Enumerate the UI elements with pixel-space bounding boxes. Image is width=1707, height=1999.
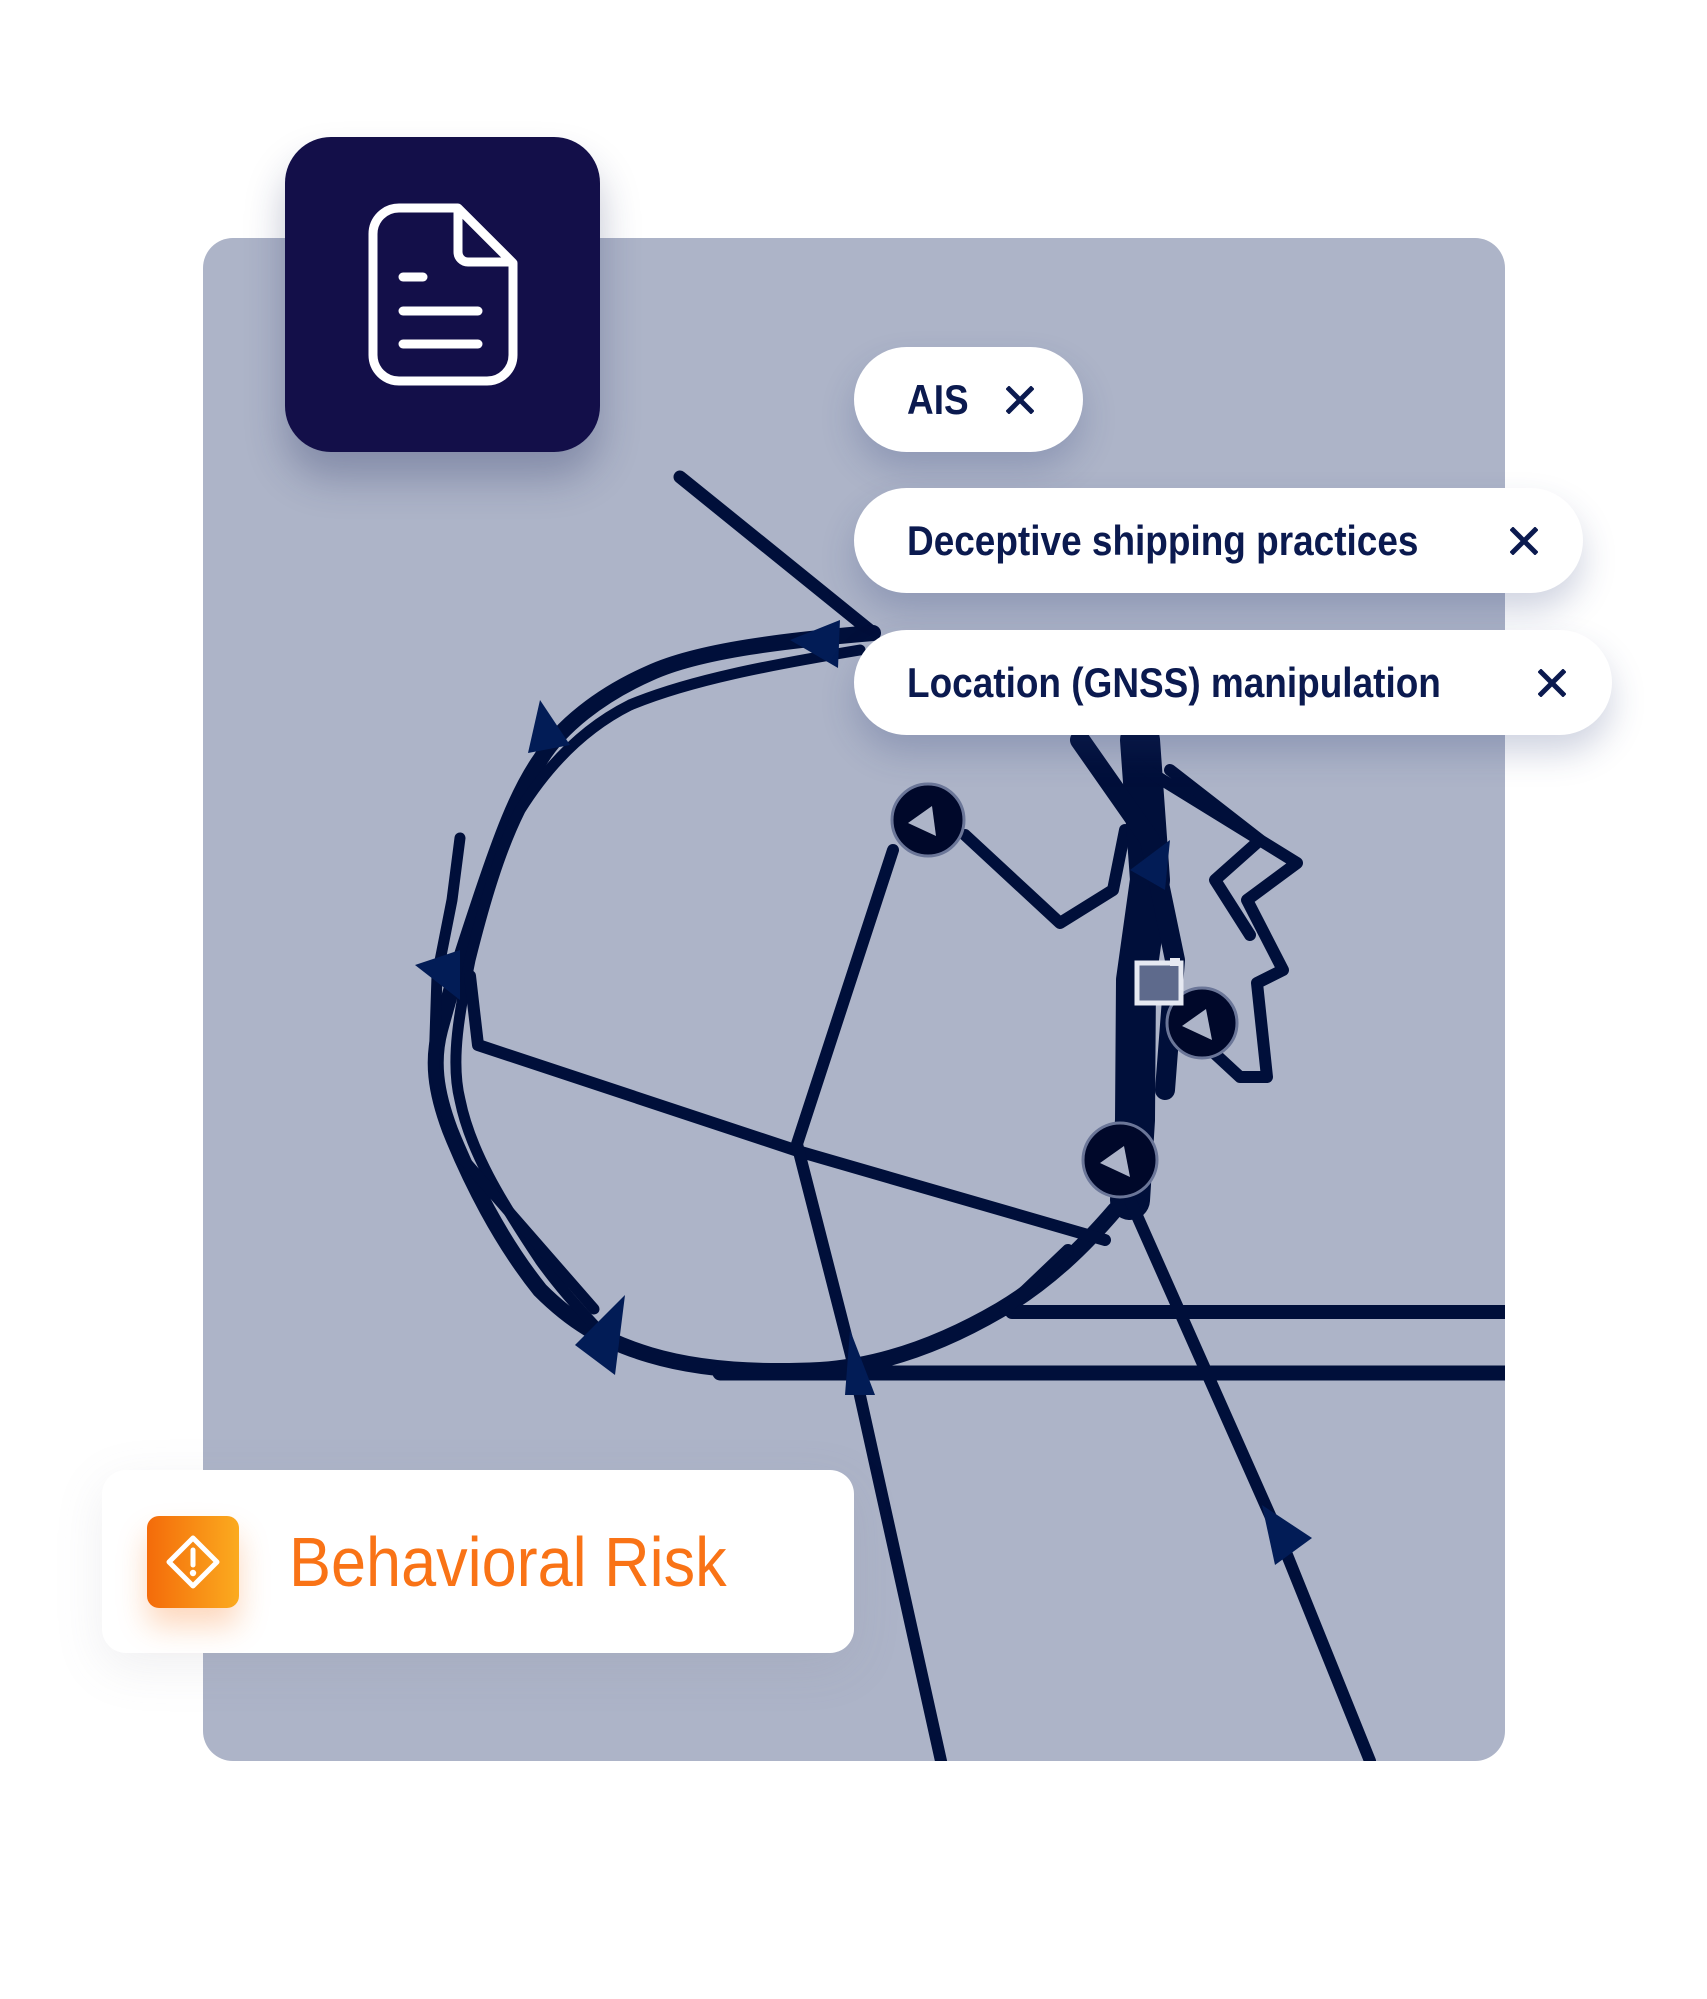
filter-chip-deceptive-shipping: Deceptive shipping practices bbox=[854, 488, 1583, 593]
track-line bbox=[1124, 1194, 1376, 1761]
direction-arrow-icon bbox=[1262, 1505, 1312, 1565]
close-icon[interactable] bbox=[1510, 526, 1538, 555]
behavioral-risk-card[interactable]: Behavioral Risk bbox=[102, 1470, 854, 1653]
track-line bbox=[450, 644, 866, 1349]
risk-card-label: Behavioral Risk bbox=[289, 1523, 727, 1601]
warning-diamond-icon bbox=[147, 1516, 239, 1608]
document-icon bbox=[368, 203, 517, 385]
vessel-flag-marker[interactable] bbox=[1134, 958, 1184, 1006]
vessel-position-marker[interactable] bbox=[1081, 1121, 1159, 1199]
track-line bbox=[999, 1244, 1074, 1316]
document-tile[interactable] bbox=[285, 137, 600, 452]
vessel-position-marker[interactable] bbox=[890, 782, 966, 858]
filter-chip-ais: AIS bbox=[854, 347, 1083, 452]
track-line bbox=[959, 824, 1131, 929]
chip-label: Location (GNSS) manipulation bbox=[907, 658, 1441, 706]
track-line bbox=[464, 970, 1111, 1246]
close-icon[interactable] bbox=[1538, 668, 1566, 697]
chip-label: Deceptive shipping practices bbox=[907, 516, 1419, 564]
track-line bbox=[673, 470, 880, 640]
filter-chip-gnss-manipulation: Location (GNSS) manipulation bbox=[854, 630, 1612, 735]
chip-label: AIS bbox=[907, 375, 969, 423]
close-icon[interactable] bbox=[1006, 385, 1034, 414]
